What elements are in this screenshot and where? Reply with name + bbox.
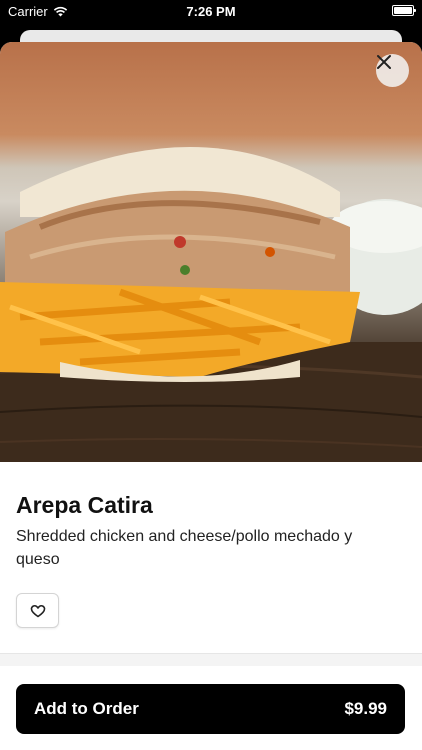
item-image [0,42,422,462]
favorite-button[interactable] [16,593,59,628]
battery-icon [392,5,416,16]
item-detail-sheet: Arepa Catira Shredded chicken and cheese… [0,42,422,750]
close-button[interactable] [376,54,409,87]
heart-outline-icon [30,604,45,617]
status-bar: Carrier 7:26 PM [0,0,422,22]
add-to-order-label: Add to Order [34,699,139,718]
item-description: Shredded chicken and cheese/pollo mechad… [16,528,353,568]
price-label: $9.99 [344,699,387,718]
arepa-illustration [0,147,422,462]
item-title: Arepa Catira [16,492,153,518]
section-divider [0,653,422,666]
add-to-order-button[interactable]: Add to Order $9.99 [16,684,405,734]
status-time: 7:26 PM [186,4,236,19]
close-icon [377,55,391,69]
